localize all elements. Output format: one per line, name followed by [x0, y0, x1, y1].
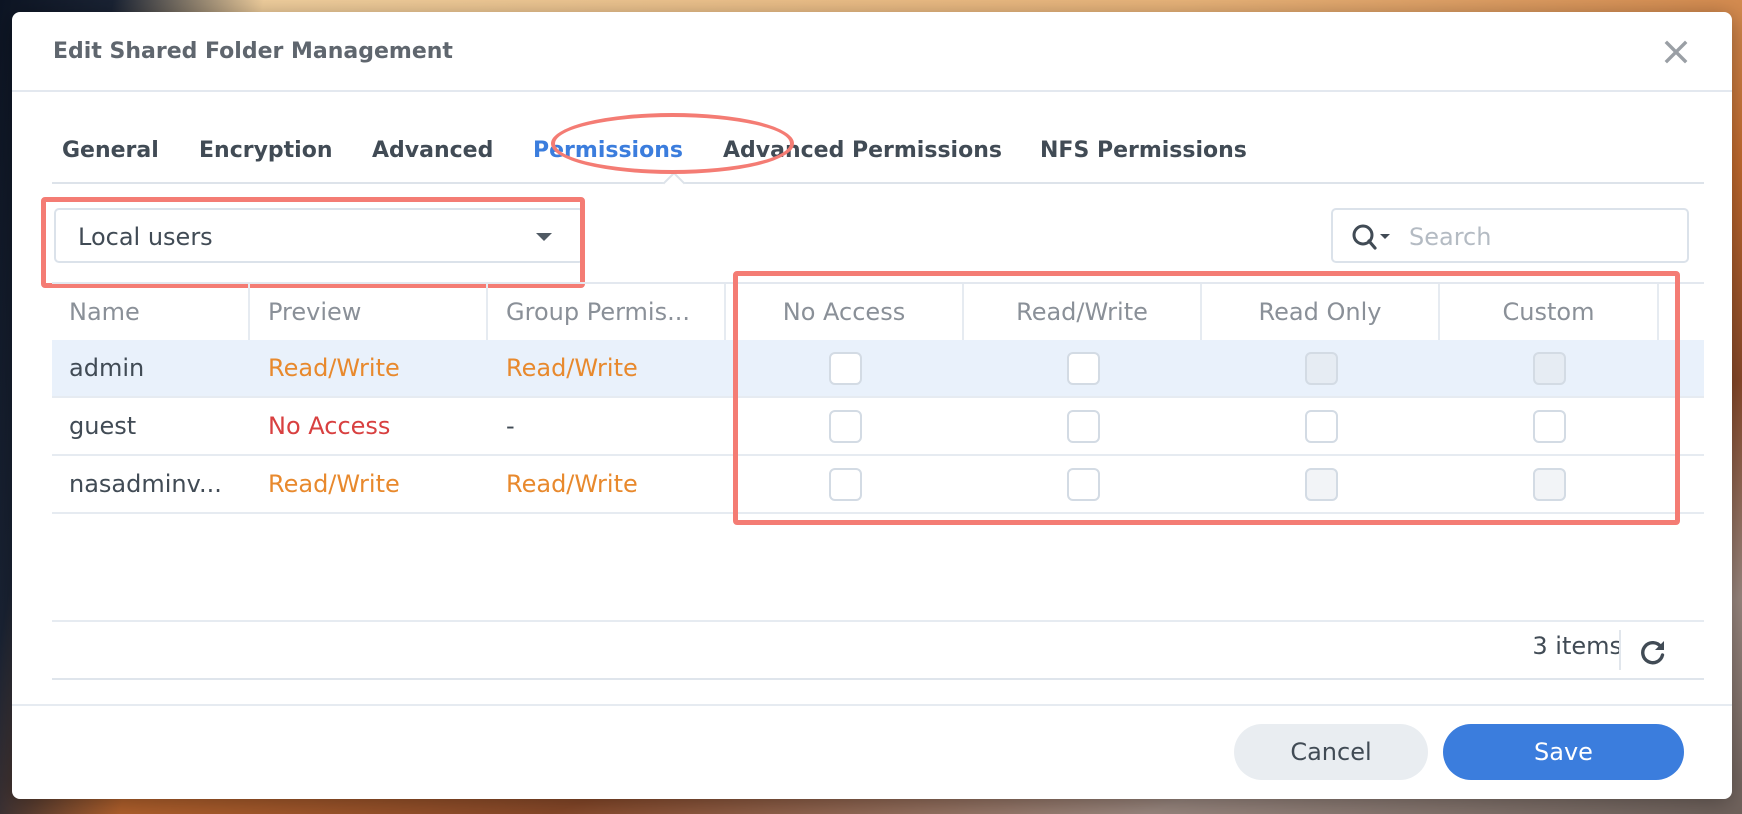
footer-divider — [12, 704, 1732, 706]
group-permission: Read/Write — [506, 470, 638, 498]
no-access-checkbox[interactable] — [828, 351, 862, 385]
custom-checkbox — [1533, 467, 1566, 501]
column-header-read-only[interactable]: Read Only — [1202, 284, 1440, 340]
column-header-group-permissions[interactable]: Group Permis... — [488, 284, 726, 340]
tabs-underline — [52, 182, 1704, 184]
custom-cell — [1440, 340, 1659, 396]
user-name: guest — [69, 412, 137, 440]
column-header-preview[interactable]: Preview — [250, 284, 488, 340]
tab-bar: General Encryption Advanced Permissions … — [52, 124, 1704, 182]
search-box — [1331, 208, 1689, 263]
search-icon[interactable] — [1351, 223, 1397, 251]
user-name: admin — [69, 354, 145, 382]
save-button[interactable]: Save — [1443, 724, 1684, 780]
header-divider — [12, 90, 1732, 92]
read-write-checkbox[interactable] — [1066, 467, 1100, 501]
group-permission: - — [506, 412, 515, 440]
tab-advanced-permissions[interactable]: Advanced Permissions — [723, 138, 1002, 163]
column-header-spacer — [1659, 284, 1704, 340]
pager-separator — [1619, 630, 1621, 670]
read-only-cell — [1202, 398, 1440, 454]
no-access-cell — [726, 340, 964, 396]
dialog-title: Edit Shared Folder Management — [53, 39, 453, 64]
tab-advanced[interactable]: Advanced — [372, 138, 493, 163]
pager-top-border — [52, 620, 1704, 622]
no-access-cell — [726, 398, 964, 454]
read-write-checkbox[interactable] — [1066, 409, 1100, 443]
read-only-checkbox — [1304, 467, 1338, 501]
close-icon[interactable] — [1664, 40, 1688, 64]
no-access-checkbox[interactable] — [828, 467, 862, 501]
custom-cell — [1440, 398, 1659, 454]
no-access-checkbox[interactable] — [828, 409, 862, 443]
table-row[interactable]: nasadminv... Read/Write Read/Write — [52, 456, 1704, 514]
search-input[interactable] — [1407, 218, 1681, 256]
read-write-cell — [964, 340, 1202, 396]
read-only-cell — [1202, 456, 1440, 512]
table-row[interactable]: guest No Access - — [52, 398, 1704, 456]
tab-encryption[interactable]: Encryption — [199, 138, 333, 163]
column-header-no-access[interactable]: No Access — [726, 284, 964, 340]
read-write-cell — [964, 456, 1202, 512]
table-row[interactable]: admin Read/Write Read/Write — [52, 340, 1704, 398]
custom-checkbox[interactable] — [1533, 409, 1566, 443]
read-only-cell — [1202, 340, 1440, 396]
no-access-cell — [726, 456, 964, 512]
item-count: 3 items — [1532, 632, 1622, 660]
chevron-down-icon — [536, 233, 552, 241]
preview-permission: Read/Write — [268, 470, 400, 498]
column-header-name[interactable]: Name — [52, 284, 250, 340]
tab-general[interactable]: General — [62, 138, 159, 163]
table-header: Name Preview Group Permis... No Access R… — [52, 284, 1704, 340]
read-write-checkbox[interactable] — [1066, 351, 1100, 385]
preview-permission: No Access — [268, 412, 391, 440]
group-permission: Read/Write — [506, 354, 638, 382]
pager-bottom-border — [52, 678, 1704, 680]
preview-permission: Read/Write — [268, 354, 400, 382]
edit-shared-folder-dialog: Edit Shared Folder Management General En… — [12, 12, 1732, 799]
custom-checkbox — [1533, 351, 1566, 385]
tab-permissions[interactable]: Permissions — [533, 138, 683, 163]
tab-nfs-permissions[interactable]: NFS Permissions — [1040, 138, 1247, 163]
read-only-checkbox[interactable] — [1304, 409, 1338, 443]
refresh-icon[interactable] — [1639, 638, 1667, 666]
read-write-cell — [964, 398, 1202, 454]
user-name: nasadminv... — [69, 470, 222, 498]
column-header-read-write[interactable]: Read/Write — [964, 284, 1202, 340]
read-only-checkbox — [1304, 351, 1338, 385]
column-header-custom[interactable]: Custom — [1440, 284, 1659, 340]
user-type-dropdown[interactable]: Local users — [54, 208, 584, 263]
custom-cell — [1440, 456, 1659, 512]
user-type-value: Local users — [78, 223, 213, 251]
cancel-button[interactable]: Cancel — [1234, 724, 1428, 780]
